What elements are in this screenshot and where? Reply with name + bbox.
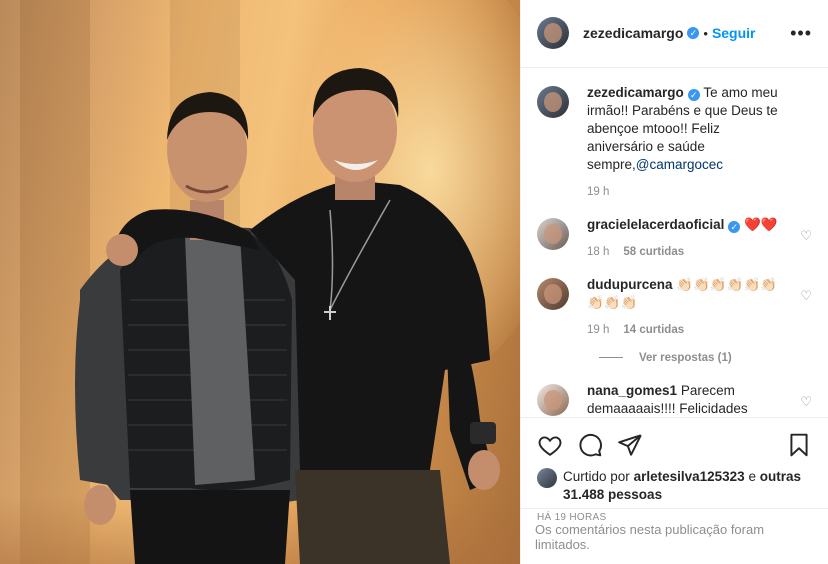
two-men-illustration [75,68,500,564]
liker-avatar[interactable] [537,467,557,488]
comments-limited-notice: Os comentários nesta publicação foram li… [521,508,828,564]
comment-icon[interactable] [577,432,603,458]
verified-badge-icon: ✓ [687,27,700,40]
comment-item: gracielelacerdaoficial ✓ ❤️❤️ 18 h 58 cur… [537,216,812,258]
comment-text: dudupurcena 👏🏻👏🏻👏🏻👏🏻👏🏻👏🏻👏🏻👏🏻👏🏻 [587,276,786,312]
comment-meta: 18 h 58 curtidas [587,246,786,258]
comment-time[interactable]: 19 h [587,324,609,336]
caption-text: zezedicamargo ✓ Te amo meu irmão!! Parabé… [587,84,786,174]
comment-likes[interactable]: 58 curtidas [623,246,684,258]
post-photo[interactable] [0,0,520,564]
share-icon[interactable] [617,432,643,458]
post-side-panel: zezedicamargo ✓ • Seguir ••• zezedicamar… [520,0,828,564]
comment-username[interactable]: gracielelacerdaoficial [587,217,724,232]
header-separator: • [703,25,708,41]
comment-body: ❤️❤️ [744,216,778,232]
avatar[interactable] [537,277,569,310]
author-username[interactable]: zezedicamargo [583,25,683,41]
post-header: zezedicamargo ✓ • Seguir ••• [521,0,828,68]
follow-button[interactable]: Seguir [712,25,756,41]
verified-badge-icon: ✓ [728,220,741,233]
comment-item: nana_gomes1 Parecem demaaaaais!!!! Felic… [537,382,812,417]
comment-text: gracielelacerdaoficial ✓ ❤️❤️ [587,216,786,234]
comment-username[interactable]: dudupurcena [587,277,673,292]
comments-list[interactable]: zezedicamargo ✓ Te amo meu irmão!! Parabé… [521,68,828,417]
heart-icon[interactable] [537,432,563,458]
liked-by-text: Curtido por arletesilva125323 e outras 3… [563,468,812,504]
bookmark-icon[interactable] [786,432,812,458]
caption-meta: 19 h [587,186,786,198]
avatar[interactable] [537,383,569,416]
avatar[interactable] [537,217,569,250]
avatar[interactable] [537,85,569,118]
comment-username[interactable]: nana_gomes1 [587,383,677,398]
verified-badge-icon: ✓ [687,88,700,101]
mention-link[interactable]: @camargocec [636,157,723,172]
comment-meta: 19 h 14 curtidas [587,324,786,336]
liked-by-prefix: Curtido por [563,468,630,484]
view-replies-button[interactable]: Ver respostas (1) [599,352,812,364]
liked-by: Curtido por arletesilva125323 e outras 3… [537,467,812,504]
comment-time[interactable]: 18 h [587,246,609,258]
instagram-post: zezedicamargo ✓ • Seguir ••• zezedicamar… [0,0,828,564]
avatar[interactable] [537,17,569,50]
like-comment-heart-icon[interactable]: ♡ [800,288,812,304]
comment-text: nana_gomes1 Parecem demaaaaais!!!! Felic… [587,382,786,417]
replies-divider [599,357,623,359]
liker-username[interactable]: arletesilva125323 [634,469,745,484]
more-horizontal-icon[interactable]: ••• [790,23,812,44]
caption-time[interactable]: 19 h [587,186,609,198]
action-icons [537,428,812,462]
like-comment-heart-icon[interactable]: ♡ [800,228,812,244]
view-replies-label: Ver respostas (1) [639,351,732,364]
comment-likes[interactable]: 14 curtidas [623,324,684,336]
like-comment-heart-icon[interactable]: ♡ [800,394,812,410]
comment-item: dudupurcena 👏🏻👏🏻👏🏻👏🏻👏🏻👏🏻👏🏻👏🏻👏🏻 19 h 14 c… [537,276,812,336]
caption: zezedicamargo ✓ Te amo meu irmão!! Parabé… [537,84,812,198]
caption-username[interactable]: zezedicamargo [587,85,684,100]
liked-by-connector: e [748,468,756,484]
